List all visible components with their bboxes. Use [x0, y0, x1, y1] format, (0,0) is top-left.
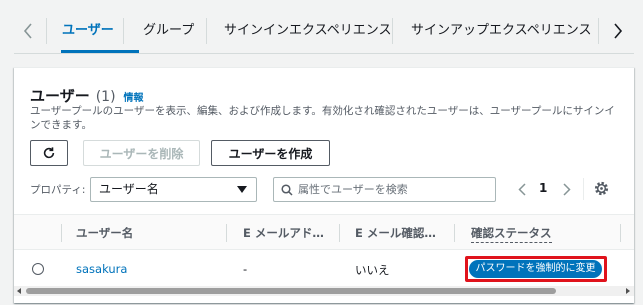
row-select-radio[interactable]	[32, 263, 44, 275]
panel-description: ユーザープールのユーザーを表示、編集、および作成します。有効化され確認されたユー…	[30, 105, 615, 131]
panel-title: ユーザー	[30, 87, 90, 105]
search-box[interactable]	[273, 177, 496, 202]
tab-divider	[123, 18, 124, 44]
chevron-right-icon[interactable]	[606, 19, 630, 43]
caret-down-icon	[237, 186, 247, 193]
gear-icon[interactable]	[593, 180, 610, 197]
column-divider	[61, 224, 62, 242]
tab-users[interactable]: ユーザー	[62, 19, 114, 43]
tab-signup-experience[interactable]: サインアップエクスペリエンス	[411, 19, 591, 43]
scroll-left-icon[interactable]	[17, 288, 21, 294]
delete-user-button[interactable]: ユーザーを削除	[83, 140, 200, 166]
column-divider	[226, 224, 227, 242]
info-link[interactable]: 情報	[124, 89, 144, 104]
panel-header: ユーザー (1) 情報	[30, 85, 144, 105]
pager-divider	[583, 178, 584, 200]
active-tab-indicator	[61, 50, 139, 53]
tab-groups[interactable]: グループ	[143, 19, 194, 43]
scrollbar-thumb[interactable]	[26, 288, 556, 294]
horizontal-scrollbar[interactable]	[14, 286, 634, 296]
property-label: プロパティ:	[30, 184, 86, 196]
column-header-email-verified[interactable]: E メール確認…	[355, 225, 436, 241]
tab-divider	[206, 18, 207, 44]
column-header-username[interactable]: ユーザー名	[76, 225, 133, 241]
column-header-email[interactable]: E メールアド…	[243, 225, 324, 241]
table-row: sasakura - いいえ パスワードを強制的に変更	[14, 250, 634, 288]
tab-divider	[46, 18, 47, 44]
column-divider	[454, 224, 455, 242]
user-count: (1)	[95, 89, 116, 105]
create-user-button[interactable]: ユーザーを作成	[211, 140, 330, 166]
property-select[interactable]: ユーザー名	[90, 177, 257, 202]
email-cell: -	[243, 262, 248, 276]
tab-signin-experience[interactable]: サインインエクスペリエンス	[224, 19, 391, 43]
search-icon	[281, 184, 293, 196]
tab-bar: ユーザー グループ サインインエクスペリエンス サインアップエクスペリエンス	[14, 10, 634, 54]
refresh-button[interactable]	[30, 140, 68, 166]
users-panel: ユーザー (1) 情報 ユーザープールのユーザーを表示、編集、および作成します。…	[14, 67, 634, 303]
previous-page-button[interactable]	[514, 180, 530, 198]
property-select-value: ユーザー名	[99, 182, 159, 196]
status-badge: パスワードを強制的に変更	[469, 260, 602, 278]
username-link[interactable]: sasakura	[76, 262, 127, 276]
chevron-left-icon	[518, 182, 526, 196]
table-header: ユーザー名 E メールアド… E メール確認… 確認ステータス	[14, 214, 634, 250]
scroll-right-icon[interactable]	[626, 288, 630, 294]
refresh-icon	[43, 147, 55, 159]
tab-divider	[598, 18, 599, 44]
chevron-left-icon[interactable]	[16, 19, 40, 43]
next-page-button[interactable]	[559, 180, 575, 198]
tab-divider	[392, 18, 393, 44]
column-divider	[339, 224, 340, 242]
column-divider	[620, 224, 621, 242]
chevron-right-icon	[563, 182, 571, 196]
column-header-confirmation-status[interactable]: 確認ステータス	[471, 225, 552, 243]
page-number[interactable]: 1	[539, 181, 547, 195]
search-input[interactable]	[298, 181, 488, 198]
email-verified-cell: いいえ	[355, 263, 390, 277]
